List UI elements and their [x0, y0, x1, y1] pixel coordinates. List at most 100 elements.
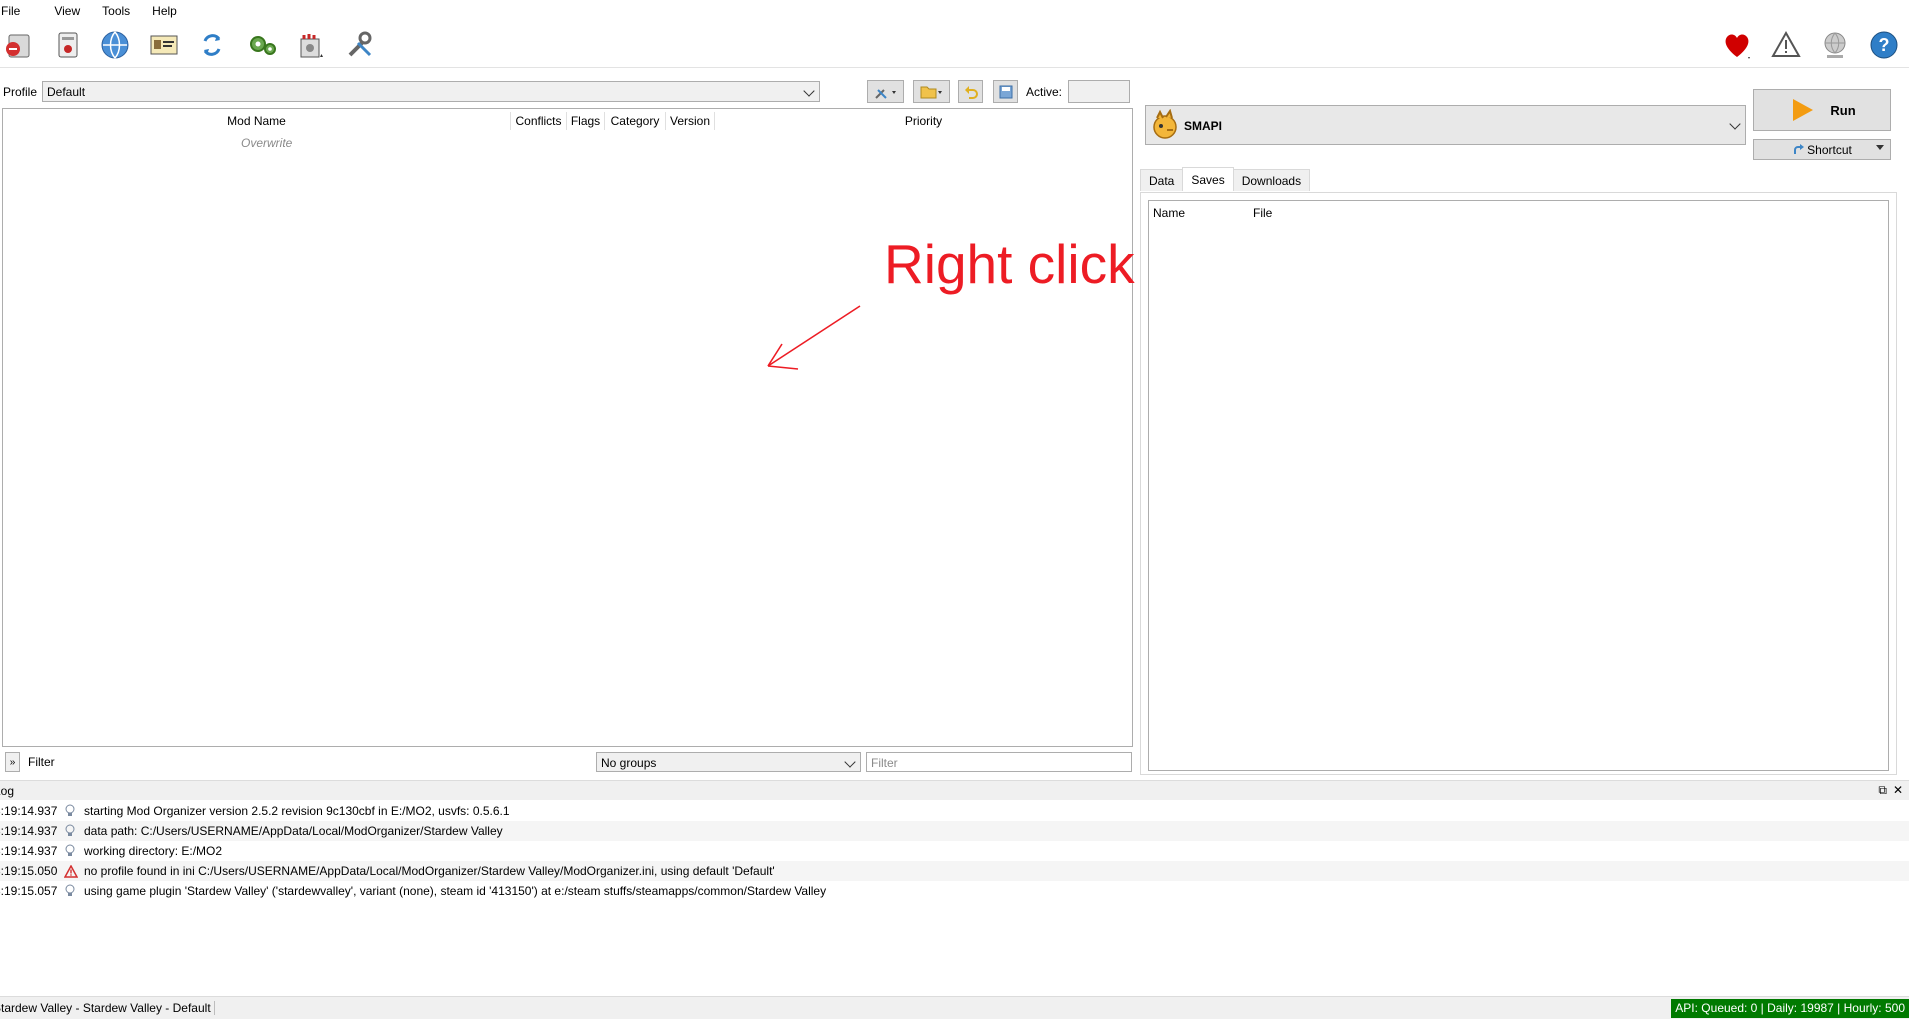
settings-icon [348, 31, 372, 57]
refresh-icon [203, 34, 221, 56]
annotation-arrow-icon [767, 305, 861, 370]
info-bulb-icon [64, 884, 84, 898]
folder-icon [920, 86, 942, 98]
column-category[interactable]: Category [605, 112, 666, 130]
executable-select[interactable]: SMAPI [1145, 105, 1746, 145]
log-row: 3:19:14.937 data path: C:/Users/USERNAME… [0, 821, 1909, 841]
tools-button[interactable] [292, 26, 330, 64]
log-row: 3:19:15.057 using game plugin 'Stardew V… [0, 881, 1909, 901]
log-message: starting Mod Organizer version 2.5.2 rev… [84, 804, 510, 818]
log-message: data path: C:/Users/USERNAME/AppData/Loc… [84, 824, 503, 838]
wrench-icon [874, 88, 896, 99]
refresh-button[interactable] [193, 26, 231, 64]
saves-list[interactable]: Name File [1148, 200, 1889, 771]
saves-column-name[interactable]: Name [1153, 206, 1185, 220]
log-time: 3:19:15.050 [0, 864, 58, 878]
run-button[interactable]: Run [1753, 89, 1891, 131]
menu-bar: File View Tools Help [0, 0, 1909, 22]
settings-button[interactable] [341, 26, 379, 64]
groups-value: No groups [601, 756, 657, 770]
help-button[interactable]: ? [1865, 26, 1903, 64]
log-message: using game plugin 'Stardew Valley' ('sta… [84, 884, 827, 898]
shortcut-label: Shortcut [1807, 142, 1852, 157]
toolbar: ? [0, 22, 1909, 68]
create-backup-button[interactable] [993, 80, 1018, 103]
column-flags[interactable]: Flags [567, 112, 605, 130]
notifications-button[interactable] [1767, 26, 1805, 64]
active-label: Active: [1026, 85, 1063, 99]
menu-view[interactable]: View [54, 4, 89, 18]
nexus-button[interactable] [96, 26, 134, 64]
mod-filter-input[interactable]: Filter [866, 752, 1132, 772]
profile-row: Profile Default Active: [0, 78, 1140, 104]
restore-backup-button[interactable] [958, 80, 983, 103]
status-bar: Stardew Valley - Stardew Valley - Defaul… [0, 996, 1909, 1019]
menu-help[interactable]: Help [152, 4, 186, 18]
log-row: 3:19:14.937 working directory: E:/MO2 [0, 841, 1909, 861]
help-icon: ? [1870, 31, 1898, 59]
menu-tools[interactable]: Tools [102, 4, 139, 18]
saves-column-file[interactable]: File [1253, 206, 1272, 220]
log-time: 3:19:14.937 [0, 824, 58, 838]
smapi-icon [1153, 109, 1177, 139]
log-time: 3:19:14.937 [0, 804, 58, 818]
endorse-button[interactable] [1718, 26, 1756, 64]
install-mod-icon [58, 32, 78, 58]
executables-button[interactable] [243, 26, 281, 64]
menu-file[interactable]: File [0, 4, 29, 18]
endorse-heart-icon [1725, 34, 1750, 59]
log-message: no profile found in ini C:/Users/USERNAM… [84, 864, 775, 878]
saves-panel: Name File [1140, 192, 1897, 775]
svg-text:?: ? [1879, 35, 1890, 55]
tools-icon [300, 34, 323, 58]
column-version[interactable]: Version [666, 112, 715, 130]
close-icon[interactable]: ✕ [1893, 783, 1903, 797]
log-time: 3:19:15.057 [0, 884, 58, 898]
column-conflicts[interactable]: Conflicts [511, 112, 567, 130]
tab-downloads[interactable]: Downloads [1232, 169, 1311, 191]
warning-icon [64, 864, 84, 878]
restore-icon[interactable]: ⧉ [1878, 783, 1887, 798]
modlist-actions-button[interactable] [867, 80, 904, 103]
log-title: Log [0, 784, 15, 798]
profile-select[interactable]: Default [42, 81, 820, 102]
right-tabs: Data Saves Downloads [1140, 167, 1311, 192]
open-folder-button[interactable] [913, 80, 950, 103]
update-button[interactable] [1816, 26, 1854, 64]
run-label: Run [1830, 102, 1856, 118]
shortcut-button[interactable]: Shortcut [1753, 139, 1891, 160]
change-game-button[interactable] [0, 26, 38, 64]
overwrite-row[interactable]: Overwrite [241, 136, 292, 150]
chevron-down-icon [1729, 118, 1741, 130]
log-time: 3:19:14.937 [0, 844, 58, 858]
tab-data[interactable]: Data [1140, 169, 1184, 191]
save-icon [999, 85, 1012, 98]
executable-name: SMAPI [1184, 119, 1223, 133]
profiles-icon [150, 35, 178, 55]
info-bulb-icon [64, 824, 84, 838]
column-mod-name[interactable]: Mod Name [3, 112, 511, 130]
log-area[interactable]: 3:19:14.937 starting Mod Organizer versi… [0, 801, 1909, 996]
chevron-down-icon [803, 85, 815, 97]
executables-icon [250, 36, 276, 55]
install-mod-button[interactable] [49, 26, 87, 64]
mod-list[interactable]: Mod Name Conflicts Flags Category Versio… [2, 108, 1133, 747]
tab-saves[interactable]: Saves [1182, 167, 1234, 191]
notifications-warning-icon [1771, 30, 1801, 57]
log-row: 3:19:15.050 no profile found in ini C:/U… [0, 861, 1909, 881]
dropdown-arrow-icon [1876, 145, 1884, 150]
status-text: Stardew Valley - Stardew Valley - Defaul… [0, 1001, 215, 1015]
expand-filters-button[interactable]: » [5, 752, 20, 772]
log-row: 3:19:14.937 starting Mod Organizer versi… [0, 801, 1909, 821]
update-globe-icon [1824, 32, 1846, 58]
chevron-down-icon [844, 756, 856, 768]
groups-select[interactable]: No groups [596, 752, 861, 772]
info-bulb-icon [64, 804, 84, 818]
shortcut-icon [1794, 143, 1805, 154]
undo-icon [964, 85, 978, 99]
profiles-button[interactable] [145, 26, 183, 64]
api-status-badge: API: Queued: 0 | Daily: 19987 | Hourly: … [1671, 999, 1909, 1018]
filter-label: Filter [28, 755, 55, 769]
column-priority[interactable]: Priority [715, 112, 1132, 130]
active-count-box [1068, 80, 1130, 103]
